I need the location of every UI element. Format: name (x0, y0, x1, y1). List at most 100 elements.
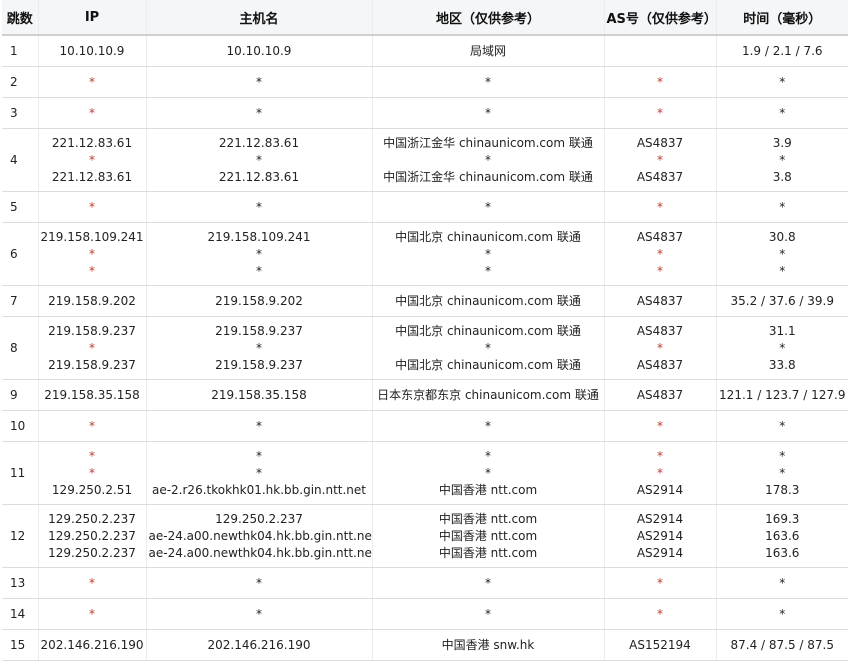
region-cell-line: * (485, 575, 491, 590)
as-number-cell: AS4837 * AS4837 (604, 128, 717, 192)
time-cell: 169.3 163.6 163.6 (716, 504, 848, 568)
hostname-cell-line: * (256, 246, 262, 261)
ip-cell-line: * (89, 465, 95, 480)
table-header-row: 跳数 IP 主机名 地区（仅供参考） AS号（仅供参考） 时间（毫秒） (2, 0, 848, 36)
time-cell: 35.2 / 37.6 / 39.9 (716, 285, 848, 317)
region-cell: 中国浙江金华 chinaunicom.com 联通 * 中国浙江金华 chinaun… (372, 128, 605, 192)
time-cell: 121.1 / 123.7 / 127.9 (716, 379, 848, 411)
as-number-cell: * (604, 66, 717, 98)
table-row: 2 * * * * * (2, 66, 848, 98)
hostname-cell-line: * (256, 465, 262, 480)
region-cell: 中国香港 ntt.com 中国香港 ntt.com 中国香港 ntt.com (372, 504, 605, 568)
hostname-cell-line: * (256, 263, 262, 278)
table-row: 12 129.250.2.237 129.250.2.237 129.250.2.23… (2, 504, 848, 568)
as-number-cell: * (604, 567, 717, 599)
hostname-cell-line: * (256, 152, 262, 167)
ip-cell: * (38, 567, 147, 599)
hostname-cell: * (146, 598, 373, 630)
hop-number: 14 (2, 598, 39, 630)
ip-cell-line: 202.146.216.190 (40, 637, 144, 652)
region-cell: 中国香港 snw.hk (372, 629, 605, 661)
header-hop: 跳数 (2, 0, 39, 36)
hostname-cell: * (146, 410, 373, 442)
ip-cell: * (38, 66, 147, 98)
ip-cell: 129.250.2.237 129.250.2.237 129.250.2.237 (38, 504, 147, 568)
region-cell-line: 局域网 (469, 43, 506, 58)
as-number-cell-line: AS4837 (636, 229, 684, 244)
as-number-cell: AS2914 AS2914 AS2914 (604, 504, 717, 568)
as-number-cell-line: AS152194 (629, 637, 691, 652)
time-cell: 87.4 / 87.5 / 87.5 (716, 629, 848, 661)
ip-cell-line: * (89, 575, 95, 590)
ip-cell: * * 129.250.2.51 (38, 441, 147, 505)
hop-number: 3 (2, 97, 39, 129)
region-cell-line: 中国香港 ntt.com (438, 482, 538, 497)
region-cell: * (372, 66, 605, 98)
as-number-cell-line: AS2914 (636, 511, 684, 526)
time-cell: 3.9 * 3.8 (716, 128, 848, 192)
table-row: 1 10.10.10.9 10.10.10.9 局域网 1.9 / 2.1 / 7.6 (2, 35, 848, 67)
ip-cell-line: * (89, 246, 95, 261)
region-cell: 中国北京 chinaunicom.com 联通 * 中国北京 chinaunicom… (372, 316, 605, 380)
ip-cell: * (38, 191, 147, 223)
hop-number: 9 (2, 379, 39, 411)
as-number-cell-line: * (657, 575, 663, 590)
table-row: 9 219.158.35.158 219.158.35.158 日本东京都东京 chi… (2, 379, 848, 411)
hostname-cell-line: * (256, 340, 262, 355)
ip-cell: * (38, 97, 147, 129)
region-cell: 日本东京都东京 chinaunicom.com 联通 (372, 379, 605, 411)
as-number-cell-line: * (657, 105, 663, 120)
region-cell: * (372, 191, 605, 223)
as-number-cell-line: AS4837 (636, 169, 684, 184)
ip-cell: 219.158.9.237 * 219.158.9.237 (38, 316, 147, 380)
as-number-cell: AS4837 * * (604, 222, 717, 286)
hostname-cell: 219.158.9.202 (146, 285, 373, 317)
region-cell: 中国北京 chinaunicom.com 联通 (372, 285, 605, 317)
time-cell-line: * (779, 246, 786, 261)
region-cell: * (372, 598, 605, 630)
region-cell-line: * (485, 74, 491, 89)
time-cell-line: * (779, 340, 786, 355)
region-cell: * (372, 97, 605, 129)
time-cell-line: * (779, 105, 786, 120)
region-cell-line: * (485, 263, 491, 278)
hostname-cell: * (146, 191, 373, 223)
hostname-cell-line: * (256, 606, 262, 621)
time-cell-line: 163.6 (765, 528, 800, 543)
region-cell-line: 中国浙江金华 chinaunicom.com 联通 (383, 135, 593, 150)
hostname-cell-line: ae-24.a00.newthk04.hk.bb.gin.ntt.net (148, 545, 372, 560)
ip-cell-line: 219.158.9.202 (48, 293, 136, 308)
region-cell: 局域网 (372, 35, 605, 67)
hostname-cell: 219.158.9.237 * 219.158.9.237 (146, 316, 373, 380)
region-cell-line: 中国香港 ntt.com (438, 528, 538, 543)
time-cell: * (716, 191, 848, 223)
time-cell-line: 3.9 (772, 135, 792, 150)
region-cell-line: 中国北京 chinaunicom.com 联通 (395, 357, 581, 372)
ip-cell-line: * (89, 606, 95, 621)
as-number-cell: * * AS2914 (604, 441, 717, 505)
region-cell-line: * (485, 199, 491, 214)
time-cell-line: 87.4 / 87.5 / 87.5 (730, 637, 835, 652)
as-number-cell-line: AS2914 (636, 528, 684, 543)
time-cell-line: * (779, 74, 786, 89)
as-number-cell-line: AS2914 (636, 482, 684, 497)
hostname-cell: 219.158.35.158 (146, 379, 373, 411)
as-number-cell-line: AS4837 (636, 135, 684, 150)
as-number-cell-line: * (657, 152, 663, 167)
region-cell-line: * (485, 246, 491, 261)
header-as-number: AS号（仅供参考） (604, 0, 717, 36)
hostname-cell-line: 219.158.9.237 (215, 357, 303, 372)
as-number-cell: * (604, 410, 717, 442)
hop-number: 15 (2, 629, 39, 661)
region-cell-line: 中国香港 snw.hk (441, 637, 535, 652)
as-number-cell-line: AS4837 (636, 293, 684, 308)
ip-cell-line: * (89, 418, 95, 433)
as-number-cell: * (604, 97, 717, 129)
ip-cell-line: * (89, 152, 95, 167)
hostname-cell: * (146, 66, 373, 98)
ip-cell-line: 129.250.2.51 (51, 482, 133, 497)
as-number-cell-line: * (657, 465, 663, 480)
as-number-cell: AS4837 (604, 379, 717, 411)
table-row: 10 * * * * * (2, 410, 848, 442)
hostname-cell: 129.250.2.237 ae-24.a00.newthk04.hk.bb.gi… (146, 504, 373, 568)
